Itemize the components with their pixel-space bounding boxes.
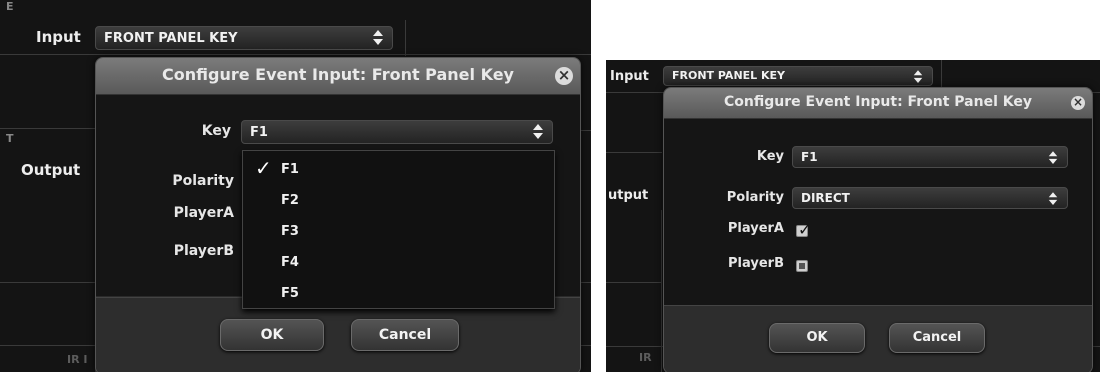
input-select-value: FRONT PANEL KEY: [672, 69, 786, 82]
player-a-checkbox[interactable]: ✓: [796, 220, 811, 239]
ok-button[interactable]: OK: [769, 323, 865, 353]
divider: [0, 54, 591, 55]
divider: [606, 152, 662, 153]
ok-button[interactable]: OK: [220, 319, 324, 351]
background-fragment: IR: [639, 351, 652, 364]
close-icon[interactable]: ×: [555, 67, 573, 85]
dropdown-option-f5[interactable]: F5: [243, 278, 554, 309]
select-arrows-icon: [533, 124, 543, 140]
divider: [941, 60, 942, 90]
player-b-checkbox[interactable]: [796, 260, 808, 272]
polarity-label: Polarity: [726, 190, 784, 205]
key-label: Key: [756, 149, 784, 164]
checkmark-icon: ✓: [255, 156, 272, 180]
key-select[interactable]: F1: [241, 120, 553, 144]
polarity-select-value: DIRECT: [801, 191, 850, 205]
divider: [0, 282, 96, 283]
dropdown-option-f1[interactable]: ✓ F1: [243, 154, 554, 185]
output-label: Output: [21, 161, 81, 179]
player-a-label: PlayerA: [727, 221, 784, 236]
select-arrows-icon: [1048, 151, 1058, 165]
dropdown-option-f4[interactable]: F4: [243, 247, 554, 278]
dialog-footer: [664, 305, 1092, 372]
input-select[interactable]: FRONT PANEL KEY: [663, 66, 933, 86]
key-select-value: F1: [250, 125, 268, 140]
corner-letter: T: [6, 132, 14, 145]
left-screenshot: E T Input Output IR I FRONT PANEL KEY Co…: [0, 0, 591, 372]
select-arrows-icon: [1048, 192, 1058, 206]
divider: [661, 210, 662, 372]
key-dropdown-menu: ✓ F1 F2 F3 F4 F5: [242, 150, 555, 309]
cancel-button[interactable]: Cancel: [351, 319, 459, 351]
select-arrows-icon: [913, 70, 923, 84]
checkbox-empty-icon: [799, 263, 805, 269]
player-b-label: PlayerB: [728, 256, 784, 271]
right-screenshot: Input utput IR FRONT PANEL KEY Configure…: [606, 60, 1100, 372]
background-fragment: IR I: [67, 353, 88, 366]
divider: [0, 128, 96, 129]
polarity-label: Polarity: [172, 173, 234, 189]
input-select[interactable]: FRONT PANEL KEY: [95, 26, 393, 50]
corner-letter: E: [6, 0, 14, 13]
divider: [405, 20, 406, 56]
configure-event-dialog: Configure Event Input: Front Panel Key ×…: [663, 87, 1093, 372]
dropdown-option-f3[interactable]: F3: [243, 216, 554, 247]
close-icon[interactable]: ×: [1071, 96, 1085, 110]
key-select-value: F1: [801, 150, 818, 164]
player-a-label: PlayerA: [173, 205, 234, 221]
output-label: utput: [608, 188, 649, 203]
key-label: Key: [201, 123, 231, 139]
input-label: Input: [36, 28, 81, 46]
cancel-button[interactable]: Cancel: [889, 323, 985, 353]
player-b-label: PlayerB: [173, 243, 234, 259]
select-arrows-icon: [373, 30, 383, 46]
polarity-select[interactable]: DIRECT: [792, 187, 1068, 209]
input-label: Input: [610, 69, 649, 84]
input-select-value: FRONT PANEL KEY: [104, 31, 238, 46]
key-select[interactable]: F1: [792, 146, 1068, 168]
checkmark-icon: ✓: [798, 220, 812, 239]
dropdown-option-f2[interactable]: F2: [243, 185, 554, 216]
dialog-title: Configure Event Input: Front Panel Key: [664, 88, 1092, 119]
dialog-title: Configure Event Input: Front Panel Key: [96, 58, 580, 95]
divider: [606, 282, 662, 283]
